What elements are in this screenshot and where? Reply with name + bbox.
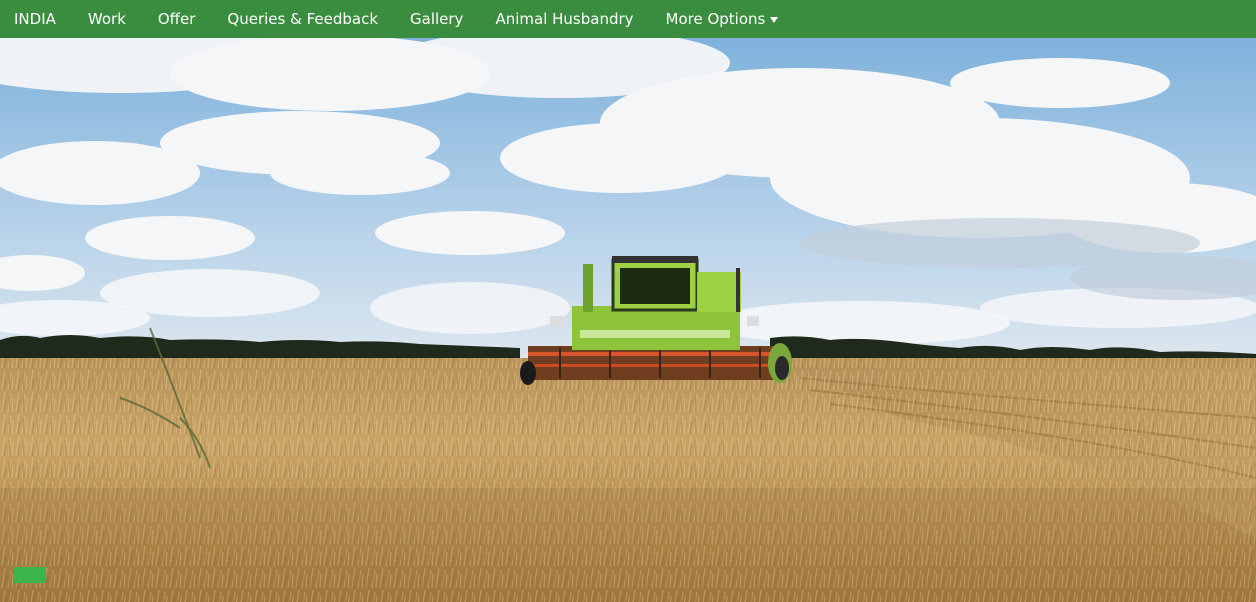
nav-item-gallery[interactable]: Gallery bbox=[394, 0, 479, 38]
nav-item-queries-feedback[interactable]: Queries & Feedback bbox=[211, 0, 394, 38]
slide-indicator-button[interactable] bbox=[14, 567, 46, 583]
nav-item-india[interactable]: INDIA bbox=[0, 0, 72, 38]
nav-item-animal-husbandry[interactable]: Animal Husbandry bbox=[479, 0, 649, 38]
hero-image bbox=[0, 38, 1256, 602]
top-navbar: INDIA Work Offer Queries & Feedback Gall… bbox=[0, 0, 1256, 38]
nav-item-offer[interactable]: Offer bbox=[142, 0, 212, 38]
nav-item-more-options[interactable]: More Options bbox=[650, 0, 795, 38]
nav-item-work[interactable]: Work bbox=[72, 0, 142, 38]
caret-down-icon bbox=[770, 17, 779, 23]
more-options-label: More Options bbox=[665, 10, 766, 28]
hero-farm-illustration bbox=[0, 38, 1256, 602]
